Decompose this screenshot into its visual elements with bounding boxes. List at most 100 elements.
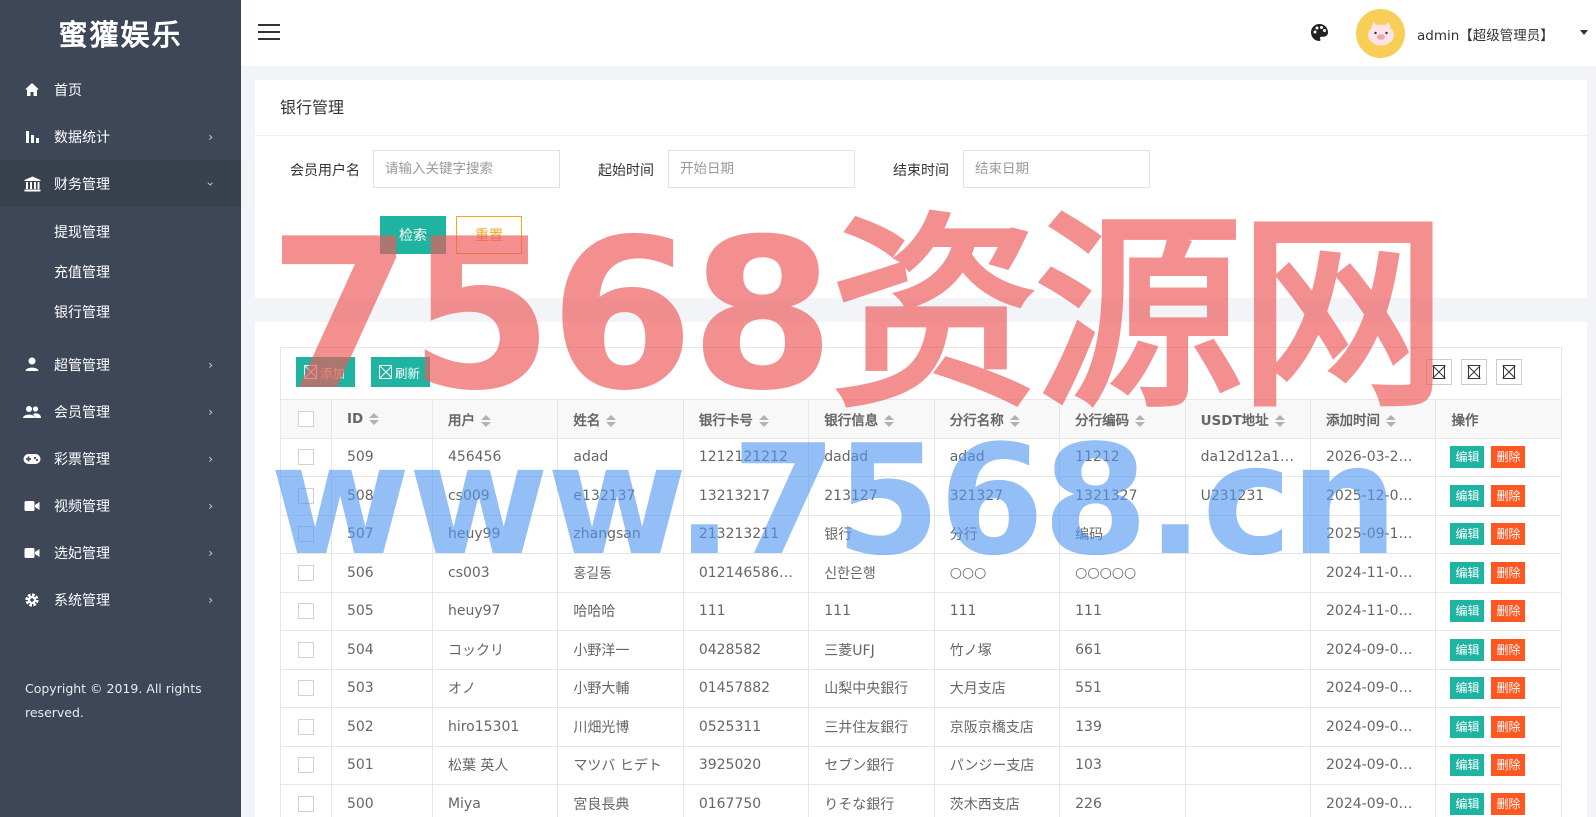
edit-button[interactable]: 编辑 <box>1450 523 1485 546</box>
palette-icon[interactable] <box>1310 23 1329 46</box>
delete-button[interactable]: 删除 <box>1491 561 1526 584</box>
cell-actions: 编辑 删除 <box>1435 437 1562 477</box>
edit-button[interactable]: 编辑 <box>1450 484 1485 507</box>
edit-button[interactable]: 编辑 <box>1450 792 1485 815</box>
delete-button[interactable]: 删除 <box>1491 446 1526 469</box>
edit-button[interactable]: 编辑 <box>1450 715 1485 738</box>
col-branch[interactable]: 分行名称 <box>933 399 1061 439</box>
select-all-checkbox[interactable] <box>297 410 314 427</box>
col-branch-code[interactable]: 分行编码 <box>1059 399 1186 439</box>
bank-table: ID 用户 姓名 银行卡号 银行信息 分行名称 分行编码 USDT地址 添加时间… <box>280 399 1562 817</box>
row-checkbox[interactable] <box>297 449 314 466</box>
sidebar-item-selection[interactable]: 选妃管理 › <box>0 529 241 576</box>
table-row: 502 hiro15301 川畑光博 0525311 三井住友銀行 京阪京橋支店 139 20… <box>280 707 1562 747</box>
row-checkbox[interactable] <box>297 718 314 735</box>
delete-button[interactable]: 删除 <box>1491 523 1526 546</box>
cell-bank: 三井住友銀行 <box>808 707 935 747</box>
sort-icon[interactable] <box>884 414 895 428</box>
delete-button[interactable]: 删除 <box>1491 677 1526 700</box>
user-menu[interactable]: admin【超级管理员】 <box>1417 24 1554 44</box>
cell-code: 103 <box>1059 745 1186 785</box>
row-checkbox[interactable] <box>297 680 314 697</box>
cell-id: 507 <box>330 514 433 554</box>
row-checkbox[interactable] <box>297 641 314 658</box>
cell-usdt <box>1184 707 1312 747</box>
row-checkbox[interactable] <box>297 603 314 620</box>
delete-button[interactable]: 删除 <box>1491 715 1526 738</box>
export-icon[interactable] <box>1461 359 1487 385</box>
cell-code: 661 <box>1059 630 1186 670</box>
chevron-right-icon: › <box>208 498 213 513</box>
submenu-item-recharge[interactable]: 充值管理 <box>0 253 241 293</box>
sort-icon[interactable] <box>1274 414 1285 428</box>
submenu-item-bank[interactable]: 银行管理 <box>0 293 241 333</box>
delete-button[interactable]: 删除 <box>1491 484 1526 507</box>
row-select-cell <box>280 630 332 670</box>
edit-button[interactable]: 编辑 <box>1450 677 1485 700</box>
row-checkbox[interactable] <box>297 757 314 774</box>
row-checkbox[interactable] <box>297 526 314 543</box>
delete-button[interactable]: 删除 <box>1491 792 1526 815</box>
cell-bank: 山梨中央銀行 <box>808 668 935 708</box>
cell-branch: パンジー支店 <box>933 745 1061 785</box>
sidebar-item-home[interactable]: 首页 <box>0 66 241 113</box>
delete-button[interactable]: 删除 <box>1491 638 1526 661</box>
row-checkbox[interactable] <box>297 564 314 581</box>
sidebar-item-videos[interactable]: 视频管理 › <box>0 482 241 529</box>
cell-branch: 茨木西支店 <box>933 784 1061 817</box>
sidebar-item-system[interactable]: 系统管理 › <box>0 576 241 623</box>
end-date-input[interactable] <box>963 150 1150 188</box>
sidebar-item-members[interactable]: 会员管理 › <box>0 388 241 435</box>
cell-id: 502 <box>330 707 433 747</box>
select-all-cell <box>280 399 332 439</box>
edit-button[interactable]: 编辑 <box>1450 446 1485 469</box>
sidebar-item-statistics[interactable]: 数据统计 › <box>0 113 241 160</box>
sort-icon[interactable] <box>369 412 380 426</box>
sort-icon[interactable] <box>1386 414 1397 428</box>
cell-usdt <box>1184 784 1312 817</box>
col-bank[interactable]: 银行信息 <box>808 399 935 439</box>
sidebar-item-finance[interactable]: 财务管理 › <box>0 160 241 207</box>
sort-icon[interactable] <box>480 414 491 428</box>
avatar[interactable] <box>1356 9 1405 58</box>
sort-icon[interactable] <box>606 414 617 428</box>
member-search-input[interactable] <box>373 150 560 188</box>
col-user[interactable]: 用户 <box>431 399 559 439</box>
refresh-button[interactable]: 刷新 <box>371 357 431 387</box>
row-checkbox[interactable] <box>297 795 314 812</box>
submenu-item-withdraw[interactable]: 提现管理 <box>0 213 241 253</box>
sidebar-item-admin[interactable]: 超管管理 › <box>0 341 241 388</box>
edit-button[interactable]: 编辑 <box>1450 600 1485 623</box>
sort-icon[interactable] <box>1135 414 1146 428</box>
cell-actions: 编辑 删除 <box>1435 476 1562 516</box>
add-button[interactable]: 添加 <box>296 357 356 387</box>
col-id[interactable]: ID <box>330 399 433 439</box>
cell-bank: 111 <box>808 591 935 631</box>
col-name[interactable]: 姓名 <box>557 399 684 439</box>
search-button[interactable]: 检索 <box>380 216 446 254</box>
row-checkbox[interactable] <box>297 487 314 504</box>
cell-time: 2025-09-12 ... <box>1310 514 1437 554</box>
sort-icon[interactable] <box>1009 414 1020 428</box>
col-actions: 操作 <box>1435 399 1562 439</box>
page-title: 银行管理 <box>255 80 1587 136</box>
delete-button[interactable]: 删除 <box>1491 754 1526 777</box>
edit-button[interactable]: 编辑 <box>1450 638 1485 661</box>
menu-toggle-icon[interactable] <box>258 24 280 41</box>
edit-button[interactable]: 编辑 <box>1450 754 1485 777</box>
col-card[interactable]: 银行卡号 <box>682 399 810 439</box>
reset-button[interactable]: 重置 <box>456 216 522 254</box>
col-time[interactable]: 添加时间 <box>1310 399 1437 439</box>
delete-button[interactable]: 删除 <box>1491 600 1526 623</box>
edit-button[interactable]: 编辑 <box>1450 561 1485 584</box>
top-header: admin【超级管理员】 <box>241 0 1596 66</box>
col-usdt[interactable]: USDT地址 <box>1184 399 1312 439</box>
columns-filter-icon[interactable] <box>1426 359 1452 385</box>
sort-icon[interactable] <box>758 414 769 428</box>
sidebar-item-lottery[interactable]: 彩票管理 › <box>0 435 241 482</box>
caret-down-icon[interactable] <box>1580 30 1588 35</box>
print-icon[interactable] <box>1496 359 1522 385</box>
cell-bank: 三菱UFJ <box>808 630 935 670</box>
col-label: 添加时间 <box>1326 412 1381 429</box>
start-date-input[interactable] <box>668 150 855 188</box>
